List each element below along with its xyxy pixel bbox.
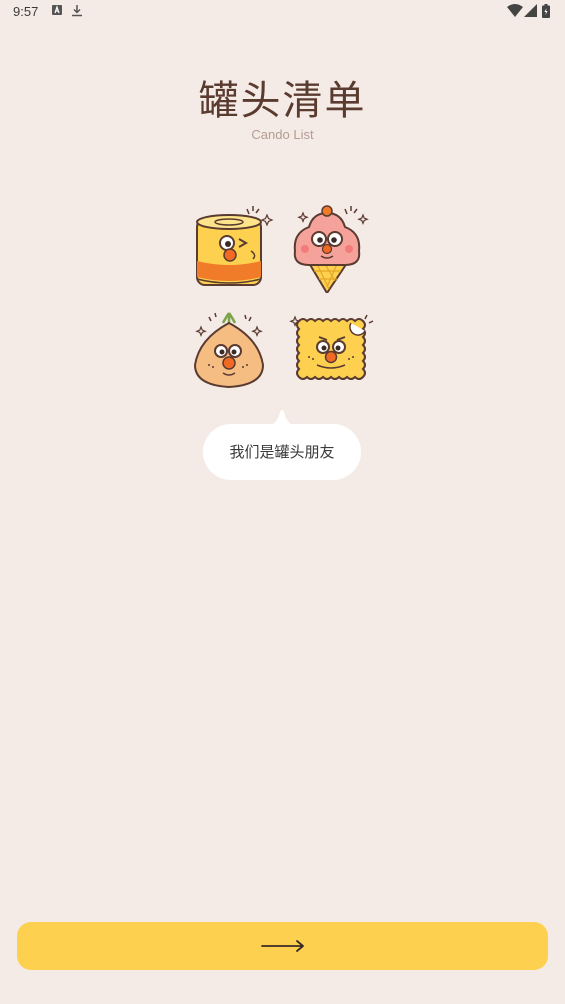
arrow-right-icon [260,940,304,952]
battery-icon [542,4,550,18]
status-time: 9:57 [13,4,39,19]
wifi-icon [507,4,523,17]
notification-a-icon [52,5,62,15]
mascot-group [185,195,385,395]
speech-bubble: 我们是罐头朋友 [203,424,361,480]
next-button[interactable] [17,922,548,970]
onion-mascot-icon [193,312,265,389]
page-title: 罐头清单 [198,78,367,124]
can-mascot-icon [196,206,274,286]
cracker-mascot-icon [289,314,374,380]
status-bar: 9:57 [0,0,565,24]
ice-cream-mascot-icon [293,205,369,293]
download-icon [72,5,82,17]
page-subtitle: Cando List [251,127,314,142]
signal-icon [524,4,537,17]
